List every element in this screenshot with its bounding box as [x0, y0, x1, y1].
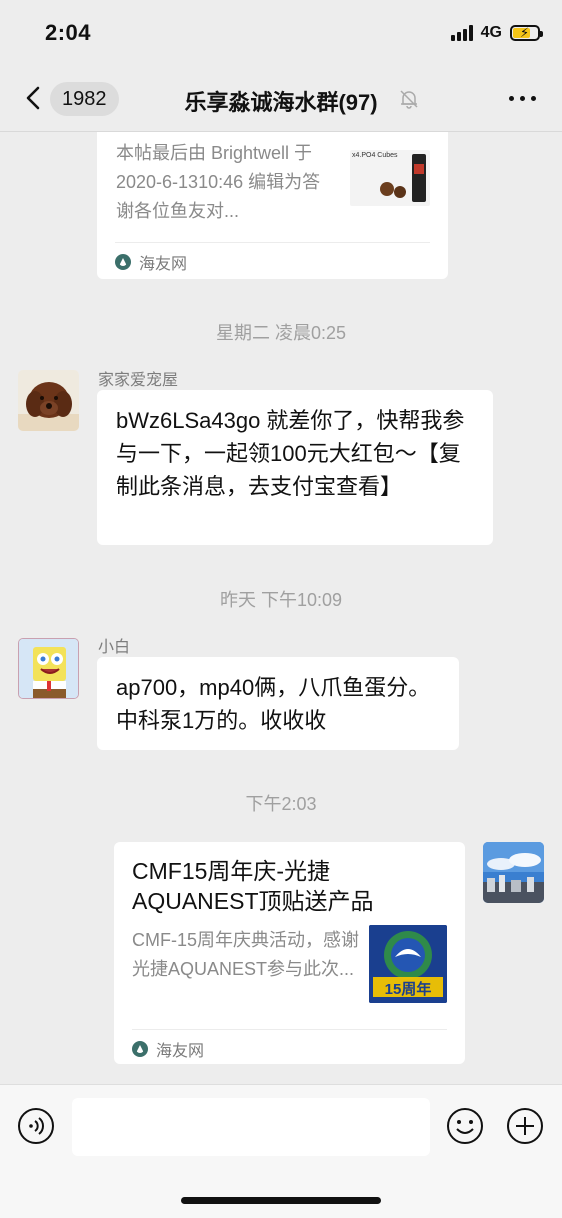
- time-divider: 昨天 下午10:09: [219, 590, 343, 610]
- card-title: CMF15周年庆-光捷AQUANEST顶贴送产品: [132, 858, 374, 914]
- emoji-icon[interactable]: [446, 1107, 484, 1145]
- message-bubble[interactable]: bWz6LSa43go 就差你了，快帮我参与一下，一起领100元大红包～【复制此…: [97, 390, 493, 545]
- message-text: bWz6LSa43go 就差你了，快帮我参与一下，一起领100元大红包～【复制此…: [116, 408, 465, 499]
- source-name: 海友网: [139, 256, 188, 273]
- source-logo-icon: [132, 1041, 148, 1057]
- battery-icon: ⚡: [510, 25, 543, 41]
- avatar[interactable]: [18, 638, 79, 699]
- sender-name: 家家爱宠屋: [98, 372, 179, 389]
- card-thumbnail: 15周年: [369, 925, 447, 1003]
- network-type: 4G: [480, 24, 502, 41]
- message-input[interactable]: [72, 1098, 430, 1156]
- thumb-caption: 15周年: [384, 981, 432, 998]
- cityscape-avatar-image: [483, 842, 544, 903]
- message-text: ap700，mp40俩，八爪鱼蛋分。中科泵1万的。收收收: [116, 675, 431, 733]
- card-thumbnail: x4.PO4 Cubes: [350, 150, 430, 206]
- link-card-1[interactable]: 本帖最后由 Brightwell 于 2020-6-1310:46 编辑为答谢各…: [97, 132, 448, 279]
- message-bubble[interactable]: ap700，mp40俩，八爪鱼蛋分。中科泵1万的。收收收: [97, 657, 459, 750]
- plus-icon[interactable]: [506, 1107, 544, 1145]
- voice-input-icon[interactable]: [17, 1107, 55, 1145]
- card-source: 海友网: [132, 1037, 204, 1061]
- card-description: 本帖最后由 Brightwell 于 2020-6-1310:46 编辑为答谢各…: [116, 143, 321, 221]
- thumb-caption: x4.PO4 Cubes: [352, 152, 398, 159]
- chat-title: 乐享淼诚海水群(97): [184, 90, 378, 115]
- card-divider: [132, 1029, 447, 1030]
- time-divider: 下午2:03: [245, 794, 317, 814]
- chat-header: 1982 乐享淼诚海水群(97): [0, 66, 562, 132]
- link-card-2[interactable]: CMF15周年庆-光捷AQUANEST顶贴送产品 CMF-15周年庆典活动，感谢…: [114, 842, 465, 1064]
- spongebob-avatar-image: [19, 639, 78, 698]
- status-time: 2:04: [45, 20, 92, 45]
- status-bar: 2:04 4G ⚡: [0, 0, 562, 66]
- source-name: 海友网: [156, 1043, 205, 1060]
- card-divider: [115, 242, 430, 243]
- signal-icon: [450, 25, 473, 41]
- source-logo-icon: [115, 254, 131, 270]
- card-source: 海友网: [115, 250, 187, 274]
- avatar[interactable]: [18, 370, 79, 431]
- sender-name: 小白: [98, 639, 131, 656]
- home-indicator: [181, 1197, 381, 1204]
- more-options-icon[interactable]: [509, 96, 536, 101]
- status-indicators: 4G ⚡: [450, 24, 543, 42]
- mute-bell-icon: [400, 90, 418, 109]
- dog-avatar-image: [18, 370, 79, 431]
- time-divider: 星期二 凌晨0:25: [215, 323, 347, 343]
- card-description: CMF-15周年庆典活动，感谢光捷AQUANEST参与此次...: [132, 930, 360, 979]
- avatar[interactable]: [483, 842, 544, 903]
